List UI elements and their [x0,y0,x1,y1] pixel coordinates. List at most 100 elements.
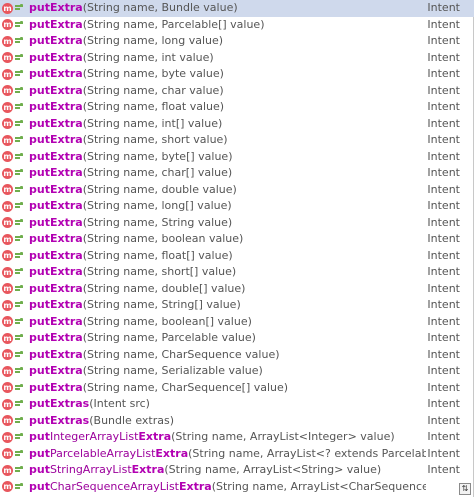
method-name-suffix: Extra [179,479,212,493]
method-signature: putExtra(String name, Parcelable value) [29,330,426,347]
method-params: (String name, Parcelable value) [82,331,256,344]
public-visibility-icon [15,317,23,326]
suggestion-item[interactable]: m putExtra(String name, String value) Inte… [0,215,474,232]
method-name-prefix: put [29,479,50,493]
method-icon: m [2,415,13,426]
method-signature: putExtras(Intent src) [29,396,426,413]
method-name-prefix: putExtra [29,100,83,113]
suggestion-item[interactable]: m putExtras(Intent src) Intent [0,396,474,413]
public-visibility-icon [15,119,23,128]
method-name-prefix: putExtra [29,232,83,245]
method-params: (String name, long value) [82,34,224,47]
public-visibility-icon [15,350,23,359]
return-type: Intent [427,17,460,31]
suggestion-item[interactable]: m putExtra(String name, CharSequence valu… [0,347,474,364]
suggestion-item[interactable]: m putExtra(String name, Parcelable[] valu… [0,17,474,34]
method-name-prefix: put [29,463,50,476]
public-visibility-icon [15,218,23,227]
method-icon: m [2,184,13,195]
method-name-prefix: put [29,446,50,460]
suggestion-item[interactable]: m putExtra(String name, boolean[] value) I… [0,314,474,331]
suggestion-item[interactable]: m putCharSequenceArrayListExtra(String na… [0,479,474,496]
method-name-prefix: putExtra [29,149,83,163]
method-params: (String name, CharSequence[] value) [82,380,289,394]
suggestion-item[interactable]: m putExtra(String name, Parcelable value)… [0,330,474,347]
suggestion-item[interactable]: m putParcelableArrayListExtra(String name… [0,446,474,463]
return-type: Intent [427,298,460,311]
method-name-prefix: putExtras [29,397,90,410]
method-params: (String name, ArrayList<CharSequence> va… [211,479,426,493]
suggestion-item[interactable]: m putIntegerArrayListExtra(String name, A… [0,429,474,446]
method-icon: m [2,382,13,393]
suggestion-item[interactable]: m putExtra(String name, float value) Inten… [0,99,474,116]
method-signature: putExtra(String name, long value) [29,33,426,50]
public-visibility-icon [15,20,23,29]
method-signature: putExtra(String name, int value) [29,50,426,67]
method-params: (String name, float value) [82,100,225,113]
method-name-suffix: Extra [131,463,165,476]
public-visibility-icon [15,334,23,342]
method-params: (Bundle extras) [89,413,175,427]
public-visibility-icon [15,251,23,260]
method-name-prefix: putExtra [29,314,83,328]
method-signature: putCharSequenceArrayListExtra(String nam… [29,479,426,496]
method-name-prefix: putExtra [29,347,83,361]
method-name-prefix: putExtra [29,67,83,80]
method-name-prefix: putExtra [29,281,83,295]
method-params: (String name, String[] value) [82,298,241,311]
method-params: (String name, Parcelable[] value) [82,17,265,31]
suggestion-item[interactable]: m putExtra(String name, CharSequence[] va… [0,380,474,397]
method-params: (String name, String value) [82,215,233,229]
suggestion-item[interactable]: m putExtra(String name, byte[] value) Inte… [0,149,474,166]
return-type: Intent [427,149,460,163]
suggestion-item[interactable]: m putExtra(String name, char value) Intent [0,83,474,100]
suggestion-item[interactable]: m putExtra(String name, int value) Intent [0,50,474,67]
return-type: Intent [427,232,460,245]
return-type: Intent [427,314,460,328]
public-visibility-icon [15,284,23,293]
method-icon: m [2,332,13,344]
method-signature: putExtra(String name, double[] value) [29,281,426,298]
suggestion-item[interactable]: m putExtras(Bundle extras) Intent [0,413,474,430]
suggestion-item[interactable]: m putExtra(String name, int[] value) Inten… [0,116,474,133]
return-type: Intent [427,463,460,476]
suggestion-item[interactable]: m putExtra(String name, short[] value) Int… [0,264,474,281]
return-type: Intent [427,446,460,460]
method-signature: putExtra(String name, byte[] value) [29,149,426,166]
suggestion-item[interactable]: m putExtra(String name, char[] value) Inte… [0,165,474,182]
method-params: (Intent src) [89,397,150,410]
return-type: Intent [427,67,460,80]
suggestion-item[interactable]: m putExtra(String name, String[] value) In… [0,297,474,314]
suggestion-item[interactable]: m putExtra(String name, boolean value) Int… [0,231,474,248]
suggestion-item[interactable]: m putExtra(String name, short value) Inten… [0,132,474,149]
return-type: Intent [427,347,460,361]
return-type: Intent [427,397,460,410]
suggestion-item[interactable]: m putExtra(String name, double value) Inte… [0,182,474,199]
method-icon: m [2,134,13,146]
suggestion-item[interactable]: m putExtra(String name, long[] value) Inte… [0,198,474,215]
suggestion-item[interactable]: m putExtra(String name, float[] value) Int… [0,248,474,265]
suggestion-item[interactable]: m putExtra(String name, Serializable valu… [0,363,474,380]
popup-resize-icon[interactable]: ⇅ [459,483,471,495]
suggestion-item[interactable]: m putExtra(String name, long value) Intent [0,33,474,50]
method-name-prefix: putExtra [29,133,83,146]
suggestion-item[interactable]: m putExtra(String name, double[] value) In… [0,281,474,298]
method-signature: putExtra(String name, short[] value) [29,264,426,281]
method-params: (String name, ArrayList<String> value) [164,463,382,476]
method-signature: putExtra(String name, char[] value) [29,165,426,182]
return-type: Intent [427,331,460,344]
method-signature: putExtra(String name, short value) [29,132,426,149]
method-name-middle: CharSequenceArrayList [49,479,179,493]
method-icon: m [2,2,13,14]
method-signature: putExtra(String name, double value) [29,182,426,199]
method-params: (String name, double value) [82,182,237,196]
return-type: Intent [427,413,460,427]
public-visibility-icon [15,466,23,474]
method-icon: m [2,19,13,30]
method-icon: m [2,68,13,80]
suggestion-item[interactable]: m putStringArrayListExtra(String name, Ar… [0,462,474,479]
suggestion-item[interactable]: m putExtra(String name, byte value) Intent [0,66,474,83]
suggestion-item[interactable]: m putExtra(String name, Bundle value) Inte… [0,0,474,17]
method-params: (String name, char[] value) [82,166,233,179]
method-signature: putExtra(String name, Serializable value… [29,363,426,380]
